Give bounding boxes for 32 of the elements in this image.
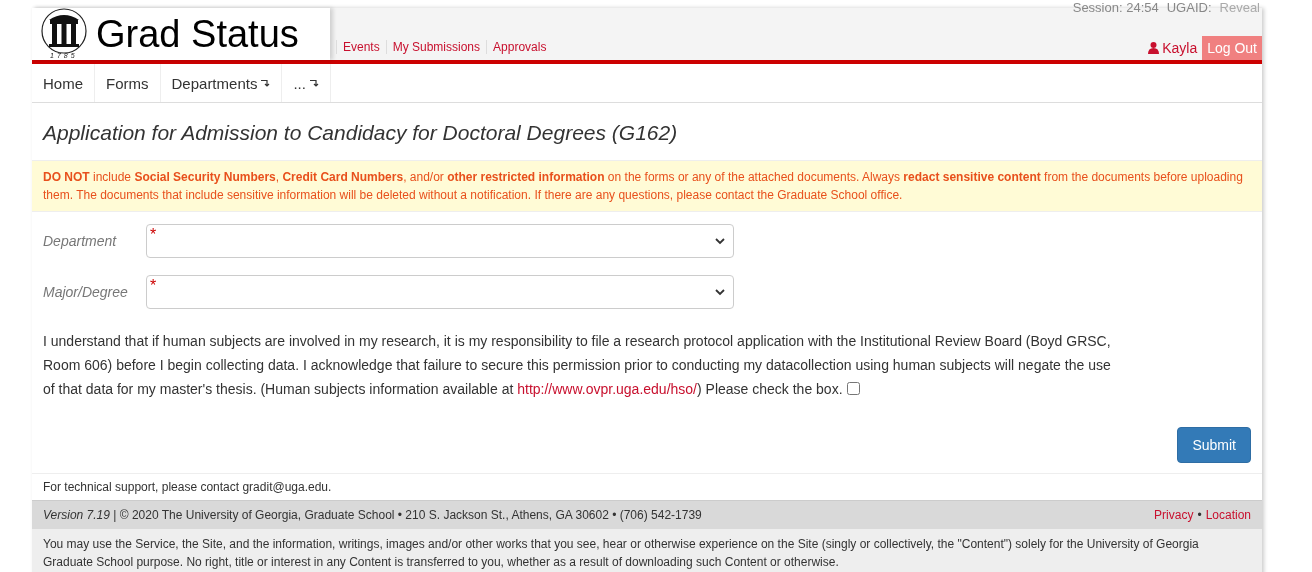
top-nav-link[interactable]: Approvals [486, 40, 553, 54]
footer-link[interactable]: Location [1205, 508, 1251, 522]
submit-button[interactable]: Submit [1177, 427, 1251, 463]
nav-item[interactable]: ... [282, 64, 331, 102]
top-nav-link[interactable]: Events [336, 40, 386, 54]
top-nav-link[interactable]: My Submissions [385, 40, 487, 54]
hso-link[interactable]: http://www.ovpr.uga.edu/hso/ [517, 381, 697, 397]
legal-notice: You may use the Service, the Site, and the information, writings, images and/or other works that you see, hear or otherwise experience on the Site (singly or collectively, the "Content") solely for the University of Georgia Graduate School purpose. No right, title or interest in any Content is transferred to you, whether as a result of downloading such Content or otherwise. [32, 529, 1262, 572]
warning-message: DO NOT include Social Security Numbers, Credit Card Numbers, and/or other restricted information on the forms or any of the attached documents. Always redact sensitive content from the documents before uploading them. The documents that include sensitive information will be deleted without a notification. If there are any questions, please contact the Graduate School office. [32, 160, 1262, 212]
footer-separator: • [1197, 508, 1202, 522]
consent-checkbox[interactable] [846, 382, 860, 395]
nav-item[interactable]: Home [32, 64, 95, 102]
nav-item[interactable]: Departments [160, 64, 283, 102]
user-icon [1148, 42, 1160, 54]
required-marker: * [150, 226, 157, 244]
select-field[interactable]: * [146, 275, 734, 309]
consent-paragraph: I understand that if human subjects are involved in my research, it is my responsibility to file a research protocol application with the Institutional Review Board (Boyd GRSC, Room 606) before I begin collecting data. I acknowledge that failure to secure this permission prior to conducting my datacollection using human subjects will negate the use of that data for my master's thesis. (Human subjects information available at http://www.ovpr.uga.edu/hso/) Please check the box. [42, 332, 1112, 399]
session-timer: Session: 24:54 [1072, 0, 1159, 15]
footer-link[interactable]: Privacy [1154, 508, 1194, 522]
page-title: Application for Admission to Candidacy for Doctoral Degrees (G162) [41, 120, 679, 146]
required-marker: * [150, 277, 157, 295]
select-field[interactable]: * [146, 224, 734, 258]
nav-item[interactable]: Forms [95, 64, 161, 102]
field-label: Major/Degree [43, 284, 129, 300]
chevron-down-icon [715, 288, 725, 296]
ugaid-label: UGAID: [1166, 0, 1212, 15]
footer-info: Version 7.19 | © 2020 The University of Georgia, Graduate School • 210 S. Jackson St., Athens, GA 30602 • (706) 542-1739 [43, 508, 702, 522]
user-link[interactable]: Kayla [1143, 40, 1203, 56]
arch-logo [39, 8, 89, 54]
chevron-down-icon [715, 237, 725, 245]
field-label: Department [43, 233, 118, 249]
app-title: Grad Status [96, 15, 299, 53]
